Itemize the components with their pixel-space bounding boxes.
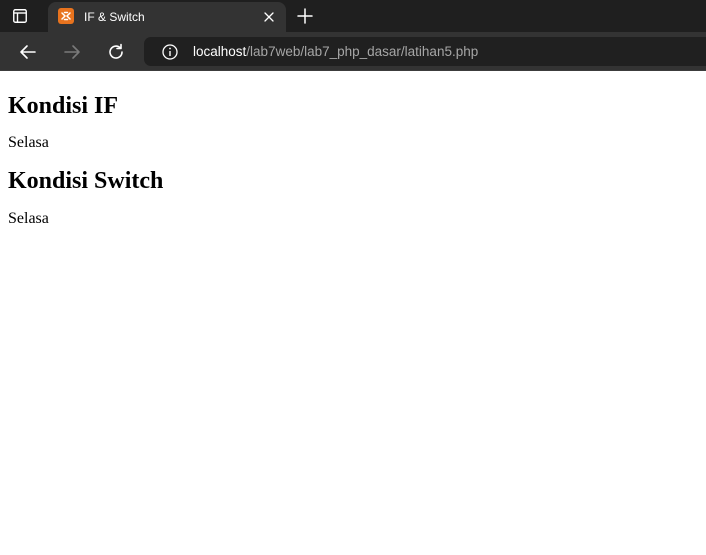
browser-toolbar: localhost/lab7web/lab7_php_dasar/latihan…	[0, 32, 706, 71]
url-host: localhost	[193, 44, 247, 59]
tab-actions-icon[interactable]	[12, 8, 28, 24]
back-arrow-icon[interactable]	[18, 42, 38, 62]
xampp-favicon-icon	[58, 8, 74, 24]
active-tab[interactable]: IF & Switch	[48, 2, 286, 32]
heading-kondisi-if: Kondisi IF	[8, 93, 119, 119]
switch-result-text: Selasa	[8, 210, 49, 227]
heading-kondisi-switch: Kondisi Switch	[8, 168, 164, 194]
page-content: Kondisi IF Selasa Kondisi Switch Selasa	[0, 71, 706, 228]
address-bar[interactable]: localhost/lab7web/lab7_php_dasar/latihan…	[144, 37, 706, 66]
tab-title: IF & Switch	[84, 10, 145, 24]
info-icon[interactable]	[162, 44, 178, 60]
url-text[interactable]: localhost/lab7web/lab7_php_dasar/latihan…	[193, 44, 478, 60]
forward-arrow-icon[interactable]	[62, 42, 82, 62]
new-tab-plus-icon[interactable]	[296, 7, 314, 25]
url-path: /lab7web/lab7_php_dasar/latihan5.php	[246, 44, 479, 59]
reload-icon[interactable]	[106, 42, 126, 62]
close-tab-icon[interactable]	[262, 10, 276, 24]
browser-tab-strip: IF & Switch	[0, 0, 706, 32]
if-result-text: Selasa	[8, 134, 49, 151]
